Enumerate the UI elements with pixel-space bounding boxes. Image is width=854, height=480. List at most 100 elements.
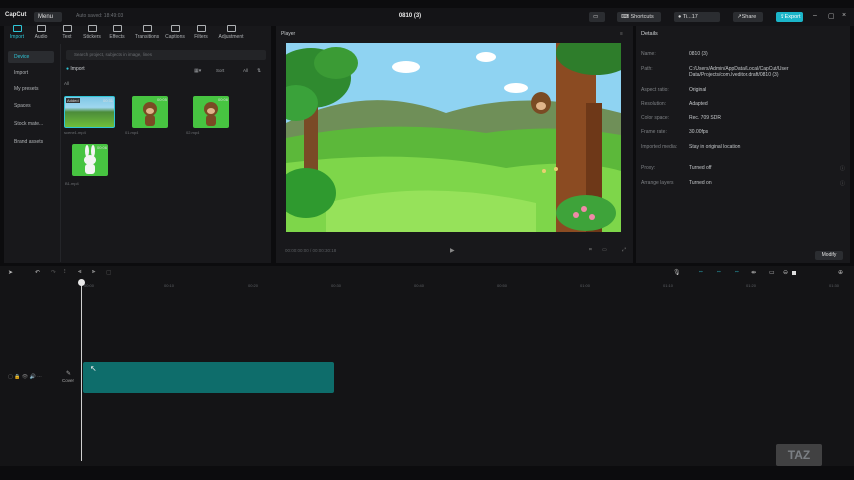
player-menu-icon[interactable]: ≡	[620, 31, 623, 37]
zoom-out-icon[interactable]: ⊖	[783, 269, 788, 276]
select-tool-icon[interactable]: ➤	[8, 269, 13, 276]
sidebar-item-import[interactable]: Import	[8, 67, 54, 79]
tool-label: Audio	[34, 34, 48, 40]
shortcuts-button[interactable]: ⌨ Shortcuts	[617, 12, 661, 22]
split-right-icon[interactable]: ⫸	[92, 269, 95, 276]
tool-adjustment[interactable]: Adjustment	[215, 25, 247, 40]
user-label: Ti...17	[682, 14, 698, 20]
divider	[60, 44, 61, 262]
tool-import[interactable]: Import	[4, 25, 30, 40]
split-align-icon[interactable]: ⇹	[751, 269, 756, 276]
edit-cover-icon[interactable]: ✎	[66, 370, 71, 377]
view-toggle[interactable]: ▦▾	[194, 68, 201, 74]
detail-key: Arrange layers	[641, 180, 674, 186]
tool-label: Stickers	[83, 34, 101, 40]
media-thumbnail[interactable]: Added 00:31	[64, 96, 115, 128]
captions-icon	[170, 25, 180, 32]
export-button[interactable]: ⇪Export	[776, 12, 803, 22]
link-icon[interactable]: ⇔	[698, 269, 704, 275]
sort-button[interactable]: Sort	[216, 68, 224, 73]
adjustment-icon	[226, 25, 236, 32]
snap-icon[interactable]: ⇔	[734, 269, 740, 275]
app-logo: CapCut	[5, 12, 27, 18]
media-thumbnail[interactable]: 00:06	[193, 96, 229, 128]
sidebar-item-stock[interactable]: Stock mate...	[8, 118, 54, 130]
cover-label[interactable]: Cover	[62, 378, 74, 383]
preview-icon[interactable]: ▭	[769, 269, 775, 276]
ruler-tick: 00:30	[331, 283, 342, 288]
autosave-status: Auto saved: 18:49:03	[76, 13, 124, 19]
duration: 00:05	[156, 97, 167, 102]
bottom-bar	[0, 468, 854, 480]
info-icon[interactable]: ⓘ	[840, 165, 845, 172]
zoom-in-icon[interactable]: ⊕	[838, 269, 843, 276]
shortcuts-label: Shortcuts	[630, 14, 654, 20]
user-button[interactable]: ● Ti...17	[674, 12, 720, 22]
ruler-tick: 00:50	[497, 283, 508, 288]
ruler-tick: 00:10	[164, 283, 175, 288]
media-thumbnail[interactable]: 00:06	[72, 144, 108, 176]
search-input[interactable]: Search project, subjects in image, lines	[66, 50, 266, 60]
detail-key: Resolution:	[641, 101, 667, 107]
aspect-icon[interactable]: ▭	[602, 247, 607, 253]
maximize-icon[interactable]: ▢	[828, 12, 835, 20]
tool-label: Import	[9, 34, 25, 40]
filter-icon[interactable]: ⇅	[257, 68, 261, 74]
mouse-cursor-icon: ↖	[90, 364, 97, 373]
import-icon	[12, 25, 22, 32]
tool-label: Adjustment	[218, 34, 244, 40]
import-button[interactable]: ● Import	[66, 66, 85, 72]
detail-value: 30.00fps	[689, 129, 709, 135]
close-icon[interactable]: ×	[842, 12, 846, 19]
detail-key: Imported media:	[641, 144, 678, 150]
magnet-icon[interactable]: ⇔	[716, 269, 722, 275]
tool-text[interactable]: Text	[54, 25, 80, 40]
ruler-tick: 01:10	[663, 283, 674, 288]
sidebar-item-brand[interactable]: Brand assets	[8, 136, 54, 148]
video-preview[interactable]	[286, 43, 621, 232]
audio-icon	[36, 25, 46, 32]
info-icon[interactable]: ⓘ	[840, 180, 845, 187]
media-name: 02.mp4	[186, 130, 200, 135]
minimize-icon[interactable]: –	[813, 12, 817, 19]
media-thumbnail[interactable]: 00:05	[132, 96, 168, 128]
playhead-handle[interactable]	[78, 279, 85, 286]
fullscreen-icon[interactable]: ⤢	[622, 247, 626, 253]
video-clip[interactable]	[83, 362, 334, 393]
tool-stickers[interactable]: Stickers	[79, 25, 105, 40]
play-icon[interactable]: ▶	[450, 247, 455, 254]
sidebar-item-spaces[interactable]: Spaces	[8, 100, 54, 112]
tool-effects[interactable]: Effects	[104, 25, 130, 40]
layout-icon[interactable]: ▭	[589, 12, 605, 22]
player-timecode: 00:00:00:00 / 00:00:30:18	[285, 248, 337, 253]
tool-captions[interactable]: Captions	[162, 25, 188, 40]
delete-icon[interactable]: ▢	[106, 269, 112, 276]
detail-value: Turned off	[689, 165, 712, 171]
sidebar-item-device[interactable]: Device	[8, 51, 54, 63]
split-left-icon[interactable]: ⫷	[78, 269, 81, 276]
modify-button[interactable]: Modify	[815, 251, 843, 260]
ruler-tick: 01:20	[746, 283, 757, 288]
share-button[interactable]: ↗Share	[733, 12, 763, 22]
undo-icon[interactable]: ↶	[35, 269, 40, 276]
export-label: Export	[784, 14, 801, 20]
tool-transitions[interactable]: Transitions	[133, 25, 161, 40]
filter-all-button[interactable]: All	[243, 68, 248, 73]
added-badge: Added	[66, 98, 80, 103]
ruler-tick: 00:20	[248, 283, 259, 288]
redo-icon[interactable]: ↷	[51, 269, 56, 276]
ratio-icon[interactable]: ⌗	[589, 247, 592, 253]
menu-button[interactable]: Menu	[34, 12, 62, 22]
microphone-icon[interactable]: 🎙	[673, 269, 681, 276]
split-icon[interactable]: ⫶	[64, 269, 66, 276]
tool-audio[interactable]: Audio	[28, 25, 54, 40]
track-controls[interactable]: ▢ 🔒 👁 🔊 ⋯	[8, 374, 42, 380]
tool-filters[interactable]: Filters	[188, 25, 214, 40]
detail-value: Stay in original location	[689, 144, 741, 150]
ruler-tick: 01:30	[829, 283, 840, 288]
ruler-tick: 00:40	[414, 283, 425, 288]
sidebar-item-presets[interactable]: My presets	[8, 83, 54, 95]
playhead[interactable]	[81, 281, 82, 461]
zoom-slider[interactable]	[792, 271, 796, 275]
filters-icon	[196, 25, 206, 32]
